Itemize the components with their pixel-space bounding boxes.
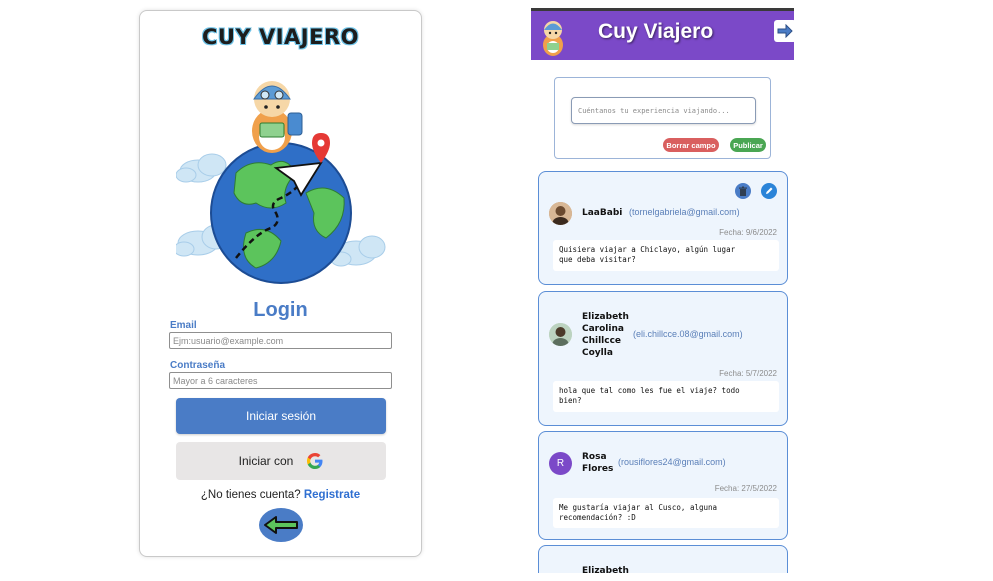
post-date: Fecha: 9/6/2022: [719, 228, 777, 237]
post-email: (eli.chillcce.08@gmail.com): [633, 329, 743, 339]
login-heading: Login: [253, 299, 308, 321]
post-card: Elizabeth: [538, 545, 788, 573]
edit-button[interactable]: [761, 183, 777, 199]
brand-title: CUY VIAJERO: [202, 25, 359, 49]
post-text: hola que tal como les fue el viaje? todo…: [553, 381, 779, 412]
password-label: Contraseña: [170, 360, 226, 371]
post-date: Fecha: 27/5/2022: [714, 484, 777, 493]
post-email: (rousiflores24@gmail.com): [618, 457, 726, 467]
publish-button[interactable]: Publicar: [730, 138, 766, 152]
post-card: Elizabeth Carolina Chillcce Coylla (eli.…: [538, 291, 788, 426]
pencil-icon: [766, 187, 773, 194]
post-email: (tornelgabriela@gmail.com): [629, 207, 740, 217]
post-text: Me gustaría viajar al Cusco, alguna reco…: [553, 498, 779, 528]
google-icon: [307, 453, 323, 469]
guinea-pig-globe-illustration: [176, 81, 386, 284]
email-label: Email: [170, 320, 197, 331]
login-card: CUY VIAJERO Login Email Contra: [139, 10, 422, 557]
app-title: Cuy Viajero: [598, 20, 714, 43]
signup-prompt: ¿No tienes cuenta? Registrate: [140, 489, 421, 501]
post-author: Elizabeth: [582, 566, 629, 573]
clear-field-button[interactable]: Borrar campo: [663, 138, 719, 152]
app-header: Cuy Viajero: [531, 8, 794, 60]
trash-icon: [739, 186, 747, 196]
logout-icon: [777, 24, 793, 38]
post-author: Rosa Flores: [582, 452, 614, 474]
guinea-pig-logo-icon: [543, 21, 563, 56]
post-text: Quisiera viajar a Chiclayo, algún lugar …: [553, 240, 779, 271]
post-author: Elizabeth Carolina Chillcce Coylla: [582, 312, 629, 358]
back-arrow-icon: [264, 516, 298, 534]
password-field[interactable]: [169, 372, 392, 389]
experience-input[interactable]: [571, 97, 756, 124]
avatar: [549, 202, 572, 225]
no-account-text: ¿No tienes cuenta?: [200, 489, 301, 501]
back-button[interactable]: [259, 508, 303, 542]
register-link[interactable]: Registrate: [304, 489, 360, 501]
user-photo-icon: [549, 202, 572, 225]
google-login-button[interactable]: Iniciar con: [176, 442, 386, 480]
post-author: LaaBabi: [582, 208, 623, 218]
post-composer: Borrar campo Publicar: [554, 77, 771, 159]
post-card: LaaBabi (tornelgabriela@gmail.com) Fecha…: [538, 171, 788, 285]
post-date: Fecha: 5/7/2022: [719, 369, 777, 378]
feed-panel: Cuy Viajero Borrar campo Publicar: [531, 8, 794, 573]
post-card: R Rosa Flores (rousiflores24@gmail.com) …: [538, 431, 788, 540]
google-login-label: Iniciar con: [238, 454, 294, 468]
delete-button[interactable]: [735, 183, 751, 199]
login-button[interactable]: Iniciar sesión: [176, 398, 386, 434]
user-photo-icon: [549, 323, 572, 346]
avatar: R: [549, 452, 572, 475]
logout-button[interactable]: [774, 20, 794, 42]
avatar: [549, 323, 572, 346]
email-field[interactable]: [169, 332, 392, 349]
